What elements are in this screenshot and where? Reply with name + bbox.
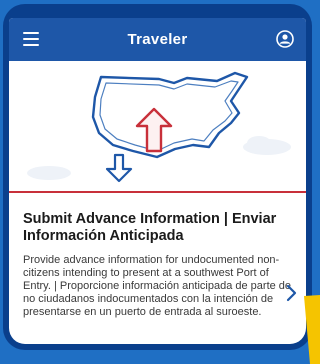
submit-advance-info-card[interactable]: Submit Advance Information | Enviar Info… [9, 193, 306, 344]
card-description: Provide advance information for undocume… [23, 254, 292, 318]
menu-button[interactable] [23, 32, 39, 46]
app-title: Traveler [127, 31, 188, 48]
app-screen: Traveler Submit Advance Information | En… [9, 18, 306, 344]
menu-line-icon [23, 38, 39, 40]
hero-illustration [9, 61, 306, 191]
down-arrow-icon [105, 153, 133, 183]
phone-frame: Traveler Submit Advance Information | En… [3, 4, 312, 350]
menu-line-icon [23, 44, 39, 46]
menu-line-icon [23, 32, 39, 34]
card-title: Submit Advance Information | Enviar Info… [23, 211, 277, 244]
up-arrow-icon [135, 107, 173, 153]
user-profile-icon[interactable] [276, 30, 294, 48]
app-bar: Traveler [9, 18, 306, 61]
us-map-arrows-illustration [27, 71, 291, 183]
